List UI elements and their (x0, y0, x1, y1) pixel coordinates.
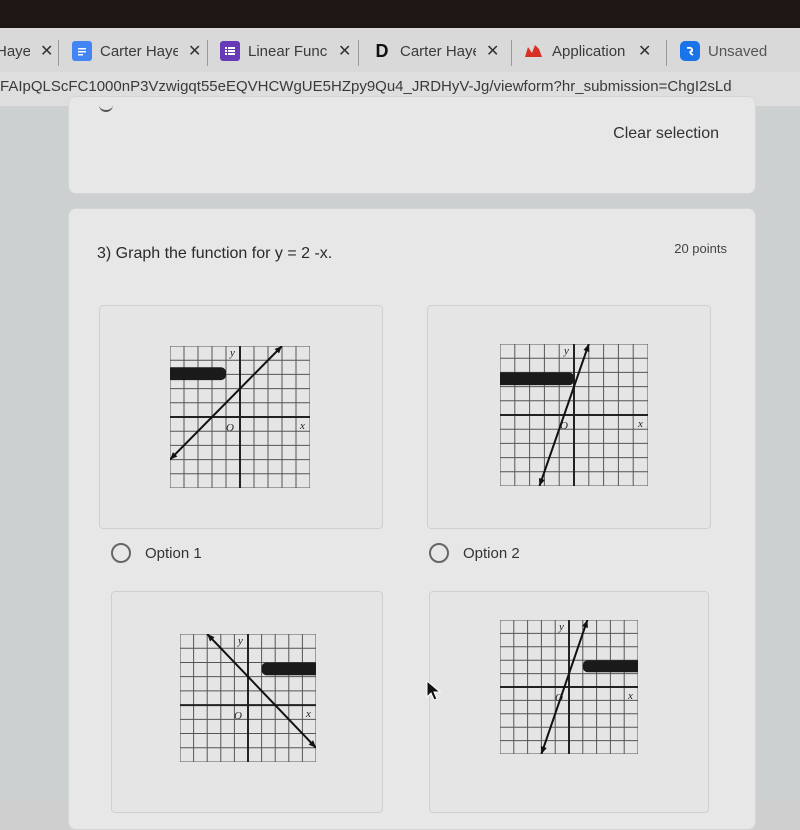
question-points: 20 points (674, 241, 727, 256)
tab-divider (358, 40, 359, 66)
option-3-graph: y x O (180, 634, 316, 762)
tab-bar: Haye ✕ Carter Haye ✕ Linear Func ✕ D Car… (0, 28, 800, 72)
forms-icon (220, 41, 240, 61)
question-title: 3) Graph the function for y = 2 -x. (97, 245, 333, 262)
close-icon[interactable]: ✕ (40, 41, 53, 61)
close-icon[interactable]: ✕ (188, 41, 201, 61)
redacted-label (261, 662, 316, 676)
x-axis-label: x (637, 418, 643, 430)
tab-label: Unsaved (708, 42, 768, 60)
y-axis-label: y (237, 635, 243, 647)
blue-app-icon (680, 41, 700, 61)
tab-4[interactable]: Application ✕ (524, 34, 651, 68)
tab-5[interactable]: Unsaved (680, 34, 768, 68)
x-axis-label: x (299, 420, 305, 432)
d-icon: D (375, 40, 389, 61)
tab-label: Carter Haye (400, 42, 476, 60)
tab-label: Carter Haye (100, 42, 178, 60)
redacted-label (500, 372, 574, 386)
tab-divider (207, 40, 208, 66)
tab-3[interactable]: D Carter Haye ✕ (372, 34, 500, 68)
tab-1[interactable]: Carter Haye ✕ (72, 34, 201, 68)
option-1-image: y x O (99, 305, 383, 529)
tab-label: Application (552, 42, 626, 60)
tab-divider (511, 40, 512, 66)
option-1-radio[interactable] (111, 543, 131, 563)
redacted-label (582, 660, 638, 673)
x-axis-label: x (627, 690, 633, 702)
option-2-label: Option 2 (463, 544, 520, 562)
option-2-radio[interactable] (429, 543, 449, 563)
option-1-graph: y x O (170, 346, 310, 488)
previous-question-card: Clear selection (68, 96, 756, 194)
redacted-label (170, 367, 226, 381)
origin-label: O (226, 422, 234, 434)
option-4-image: yxO (429, 591, 709, 813)
tab-label: Linear Func (248, 42, 328, 60)
screen-bezel (0, 0, 800, 30)
radio-partial[interactable] (99, 103, 113, 112)
close-icon[interactable]: ✕ (486, 41, 499, 61)
form-page: Clear selection 3) Graph the function fo… (0, 96, 800, 830)
option-2-image: yxO (427, 305, 711, 529)
app-red-icon (524, 41, 544, 61)
option-1-choice[interactable]: Option 1 (111, 543, 202, 563)
y-axis-label: y (563, 345, 569, 357)
clear-selection-button[interactable]: Clear selection (613, 125, 719, 143)
tab-2[interactable]: Linear Func ✕ (220, 34, 351, 68)
option-2-graph: yxO (500, 344, 648, 486)
close-icon[interactable]: ✕ (638, 41, 651, 61)
option-3-image: y x O (111, 591, 383, 813)
origin-label: O (234, 710, 242, 722)
arrowhead (540, 746, 547, 754)
tab-0[interactable]: Haye ✕ (0, 34, 53, 68)
question-card: 3) Graph the function for y = 2 -x. 20 p… (68, 208, 756, 830)
tab-divider (58, 40, 59, 66)
option-4-graph: yxO (500, 620, 638, 754)
arrowhead (583, 344, 590, 352)
mouse-cursor-icon (426, 680, 442, 701)
tab-label: Haye (0, 42, 30, 60)
docs-icon (72, 41, 92, 61)
close-icon[interactable]: ✕ (338, 41, 351, 61)
tab-divider (666, 40, 667, 66)
y-axis-label: y (229, 347, 235, 359)
option-1-label: Option 1 (145, 544, 202, 562)
y-axis-label: y (558, 621, 564, 633)
option-2-choice[interactable]: Option 2 (429, 543, 520, 563)
x-axis-label: x (305, 708, 311, 720)
